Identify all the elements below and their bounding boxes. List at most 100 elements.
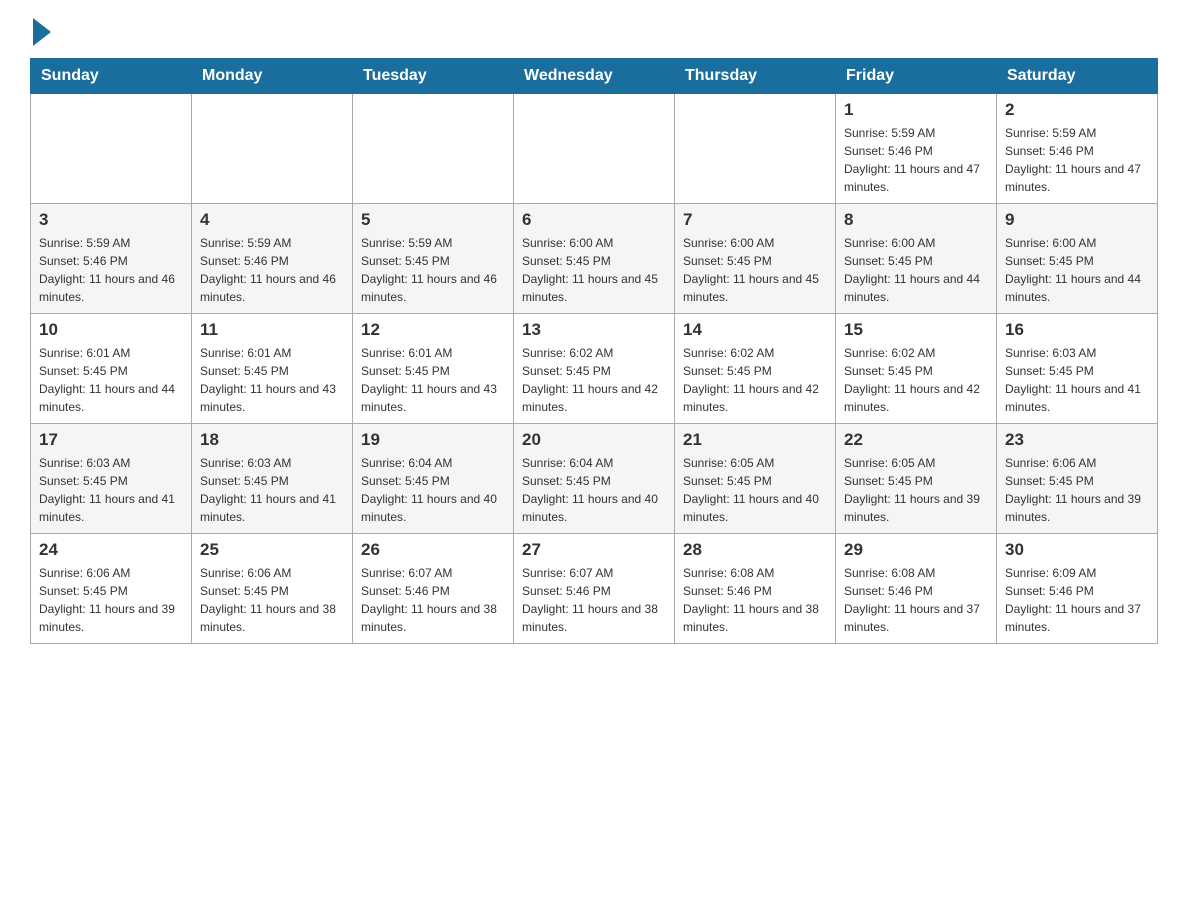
- calendar-cell: 17Sunrise: 6:03 AMSunset: 5:45 PMDayligh…: [31, 424, 192, 534]
- week-row-1: 1 Sunrise: 5:59 AMSunset: 5:46 PMDaylight…: [31, 94, 1158, 204]
- day-number: 6: [522, 210, 666, 230]
- day-header-tuesday: Tuesday: [353, 59, 514, 94]
- calendar-cell: 12 Sunrise: 6:01 AMSunset: 5:45 PMDayligh…: [353, 314, 514, 424]
- calendar-cell: 10 Sunrise: 6:01 AMSunset: 5:45 PMDayligh…: [31, 314, 192, 424]
- calendar-cell: 15Sunrise: 6:02 AMSunset: 5:45 PMDayligh…: [836, 314, 997, 424]
- day-number: 16: [1005, 320, 1149, 340]
- day-number: 7: [683, 210, 827, 230]
- day-header-wednesday: Wednesday: [514, 59, 675, 94]
- calendar-cell: 5 Sunrise: 5:59 AMSunset: 5:45 PMDaylight…: [353, 204, 514, 314]
- day-info: Sunrise: 5:59 AMSunset: 5:45 PMDaylight:…: [361, 234, 505, 306]
- day-number: 12: [361, 320, 505, 340]
- calendar-cell: 4 Sunrise: 5:59 AMSunset: 5:46 PMDaylight…: [192, 204, 353, 314]
- calendar-cell: 9Sunrise: 6:00 AMSunset: 5:45 PMDaylight…: [997, 204, 1158, 314]
- day-number: 27: [522, 540, 666, 560]
- day-number: 23: [1005, 430, 1149, 450]
- calendar-cell: 1 Sunrise: 5:59 AMSunset: 5:46 PMDaylight…: [836, 94, 997, 204]
- day-number: 18: [200, 430, 344, 450]
- calendar-cell: [192, 94, 353, 204]
- calendar-cell: 29Sunrise: 6:08 AMSunset: 5:46 PMDayligh…: [836, 534, 997, 644]
- logo-arrow-icon: [33, 18, 51, 46]
- day-header-thursday: Thursday: [675, 59, 836, 94]
- calendar-cell: 28 Sunrise: 6:08 AMSunset: 5:46 PMDayligh…: [675, 534, 836, 644]
- day-number: 10: [39, 320, 183, 340]
- day-number: 15: [844, 320, 988, 340]
- day-header-saturday: Saturday: [997, 59, 1158, 94]
- calendar-cell: 20Sunrise: 6:04 AMSunset: 5:45 PMDayligh…: [514, 424, 675, 534]
- calendar-cell: 13 Sunrise: 6:02 AMSunset: 5:45 PMDayligh…: [514, 314, 675, 424]
- calendar-cell: 26 Sunrise: 6:07 AMSunset: 5:46 PMDayligh…: [353, 534, 514, 644]
- week-row-4: 17Sunrise: 6:03 AMSunset: 5:45 PMDayligh…: [31, 424, 1158, 534]
- day-number: 5: [361, 210, 505, 230]
- day-info: Sunrise: 6:07 AMSunset: 5:46 PMDaylight:…: [361, 564, 505, 636]
- calendar-cell: [675, 94, 836, 204]
- calendar-cell: [514, 94, 675, 204]
- day-info: Sunrise: 6:09 AMSunset: 5:46 PMDaylight:…: [1005, 564, 1149, 636]
- calendar-cell: 6 Sunrise: 6:00 AMSunset: 5:45 PMDaylight…: [514, 204, 675, 314]
- calendar-cell: 25Sunrise: 6:06 AMSunset: 5:45 PMDayligh…: [192, 534, 353, 644]
- day-number: 24: [39, 540, 183, 560]
- calendar-cell: 27Sunrise: 6:07 AMSunset: 5:46 PMDayligh…: [514, 534, 675, 644]
- calendar-cell: [31, 94, 192, 204]
- calendar-cell: 14 Sunrise: 6:02 AMSunset: 5:45 PMDayligh…: [675, 314, 836, 424]
- logo: [30, 20, 51, 38]
- day-info: Sunrise: 6:05 AMSunset: 5:45 PMDaylight:…: [683, 454, 827, 526]
- day-header-sunday: Sunday: [31, 59, 192, 94]
- day-number: 2: [1005, 100, 1149, 120]
- day-info: Sunrise: 6:04 AMSunset: 5:45 PMDaylight:…: [361, 454, 505, 526]
- calendar-table: SundayMondayTuesdayWednesdayThursdayFrid…: [30, 58, 1158, 644]
- calendar-cell: 16 Sunrise: 6:03 AMSunset: 5:45 PMDayligh…: [997, 314, 1158, 424]
- day-info: Sunrise: 6:06 AMSunset: 5:45 PMDaylight:…: [200, 564, 344, 636]
- calendar-body: 1 Sunrise: 5:59 AMSunset: 5:46 PMDaylight…: [31, 94, 1158, 644]
- calendar-cell: 3Sunrise: 5:59 AMSunset: 5:46 PMDaylight…: [31, 204, 192, 314]
- day-number: 26: [361, 540, 505, 560]
- day-info: Sunrise: 6:06 AMSunset: 5:45 PMDaylight:…: [1005, 454, 1149, 526]
- day-info: Sunrise: 6:01 AMSunset: 5:45 PMDaylight:…: [200, 344, 344, 416]
- week-row-5: 24 Sunrise: 6:06 AMSunset: 5:45 PMDayligh…: [31, 534, 1158, 644]
- day-info: Sunrise: 6:02 AMSunset: 5:45 PMDaylight:…: [683, 344, 827, 416]
- calendar-cell: 7 Sunrise: 6:00 AMSunset: 5:45 PMDaylight…: [675, 204, 836, 314]
- days-of-week-row: SundayMondayTuesdayWednesdayThursdayFrid…: [31, 59, 1158, 94]
- day-info: Sunrise: 6:06 AMSunset: 5:45 PMDaylight:…: [39, 564, 183, 636]
- calendar-cell: 2 Sunrise: 5:59 AMSunset: 5:46 PMDaylight…: [997, 94, 1158, 204]
- calendar-header: SundayMondayTuesdayWednesdayThursdayFrid…: [31, 59, 1158, 94]
- day-info: Sunrise: 6:01 AMSunset: 5:45 PMDaylight:…: [39, 344, 183, 416]
- day-info: Sunrise: 6:03 AMSunset: 5:45 PMDaylight:…: [1005, 344, 1149, 416]
- day-info: Sunrise: 5:59 AMSunset: 5:46 PMDaylight:…: [844, 124, 988, 196]
- day-info: Sunrise: 6:08 AMSunset: 5:46 PMDaylight:…: [844, 564, 988, 636]
- day-info: Sunrise: 6:04 AMSunset: 5:45 PMDaylight:…: [522, 454, 666, 526]
- calendar-cell: 30 Sunrise: 6:09 AMSunset: 5:46 PMDayligh…: [997, 534, 1158, 644]
- day-number: 28: [683, 540, 827, 560]
- day-info: Sunrise: 6:00 AMSunset: 5:45 PMDaylight:…: [522, 234, 666, 306]
- day-info: Sunrise: 6:01 AMSunset: 5:45 PMDaylight:…: [361, 344, 505, 416]
- day-info: Sunrise: 5:59 AMSunset: 5:46 PMDaylight:…: [200, 234, 344, 306]
- day-number: 22: [844, 430, 988, 450]
- day-info: Sunrise: 6:03 AMSunset: 5:45 PMDaylight:…: [39, 454, 183, 526]
- week-row-2: 3 Sunrise: 5:59 AMSunset: 5:46 PMDaylight…: [31, 204, 1158, 314]
- day-number: 1: [844, 100, 988, 120]
- day-info: Sunrise: 5:59 AMSunset: 5:46 PMDaylight:…: [1005, 124, 1149, 196]
- day-info: Sunrise: 6:08 AMSunset: 5:46 PMDaylight:…: [683, 564, 827, 636]
- day-number: 13: [522, 320, 666, 340]
- day-number: 8: [844, 210, 988, 230]
- day-number: 30: [1005, 540, 1149, 560]
- day-info: Sunrise: 6:02 AMSunset: 5:45 PMDaylight:…: [522, 344, 666, 416]
- day-number: 4: [200, 210, 344, 230]
- calendar-cell: 24 Sunrise: 6:06 AMSunset: 5:45 PMDayligh…: [31, 534, 192, 644]
- page-header: [30, 20, 1158, 38]
- day-number: 19: [361, 430, 505, 450]
- calendar-cell: 21 Sunrise: 6:05 AMSunset: 5:45 PMDayligh…: [675, 424, 836, 534]
- day-number: 21: [683, 430, 827, 450]
- calendar-cell: 11Sunrise: 6:01 AMSunset: 5:45 PMDayligh…: [192, 314, 353, 424]
- calendar-cell: 8Sunrise: 6:00 AMSunset: 5:45 PMDaylight…: [836, 204, 997, 314]
- day-info: Sunrise: 6:00 AMSunset: 5:45 PMDaylight:…: [683, 234, 827, 306]
- day-header-friday: Friday: [836, 59, 997, 94]
- day-info: Sunrise: 6:05 AMSunset: 5:45 PMDaylight:…: [844, 454, 988, 526]
- day-info: Sunrise: 6:03 AMSunset: 5:45 PMDaylight:…: [200, 454, 344, 526]
- day-number: 14: [683, 320, 827, 340]
- calendar-cell: 23 Sunrise: 6:06 AMSunset: 5:45 PMDayligh…: [997, 424, 1158, 534]
- day-number: 3: [39, 210, 183, 230]
- day-header-monday: Monday: [192, 59, 353, 94]
- day-info: Sunrise: 6:00 AMSunset: 5:45 PMDaylight:…: [1005, 234, 1149, 306]
- calendar-cell: [353, 94, 514, 204]
